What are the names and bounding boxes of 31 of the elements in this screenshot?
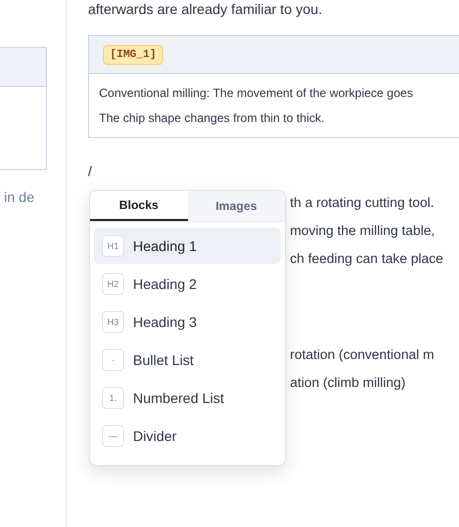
menu-item[interactable]: H2 Heading 2: [94, 266, 281, 302]
sidebar-text: in de: [4, 189, 34, 205]
menu-item-label: Numbered List: [133, 390, 224, 406]
menu-item[interactable]: H3 Heading 3: [94, 304, 281, 340]
menu-item[interactable]: · Bullet List: [94, 342, 281, 378]
menu-item[interactable]: 1. Numbered List: [94, 380, 281, 416]
image-caption: The chip shape changes from thin to thick.: [99, 110, 324, 127]
menu-item[interactable]: — Divider: [94, 418, 281, 454]
block-type-icon: ·: [102, 349, 124, 371]
paragraph-text: moving the milling table,: [290, 222, 435, 240]
paragraph-text: ation (climb milling): [290, 374, 406, 392]
menu-item[interactable]: H1 Heading 1: [94, 228, 281, 264]
menu-item-label: Bullet List: [133, 352, 194, 368]
menu-item-label: Heading 1: [133, 238, 197, 254]
menu-item-label: Heading 3: [133, 314, 197, 330]
block-type-icon: H3: [102, 311, 124, 333]
paragraph-text: ch feeding can take place: [290, 250, 444, 268]
image-placeholder-badge: [IMG_1]: [103, 44, 164, 64]
block-type-icon: H2: [102, 273, 124, 295]
menu-tab[interactable]: Blocks: [90, 191, 188, 221]
menu-tab[interactable]: Images: [188, 191, 285, 221]
image-caption: Conventional milling: The movement of the workpiece goes: [99, 85, 413, 102]
menu-item-label: Divider: [133, 428, 177, 444]
paragraph-text: rotation (conventional m: [290, 346, 434, 364]
menu-item-label: Heading 2: [133, 276, 197, 292]
paragraph-text: th a rotating cutting tool.: [290, 194, 434, 212]
block-type-icon: —: [102, 425, 124, 447]
block-type-icon: 1.: [102, 387, 124, 409]
paragraph-text: afterwards are already familiar to you.: [88, 1, 322, 17]
block-type-icon: H1: [102, 235, 124, 257]
slash-command-text: /: [88, 163, 92, 179]
